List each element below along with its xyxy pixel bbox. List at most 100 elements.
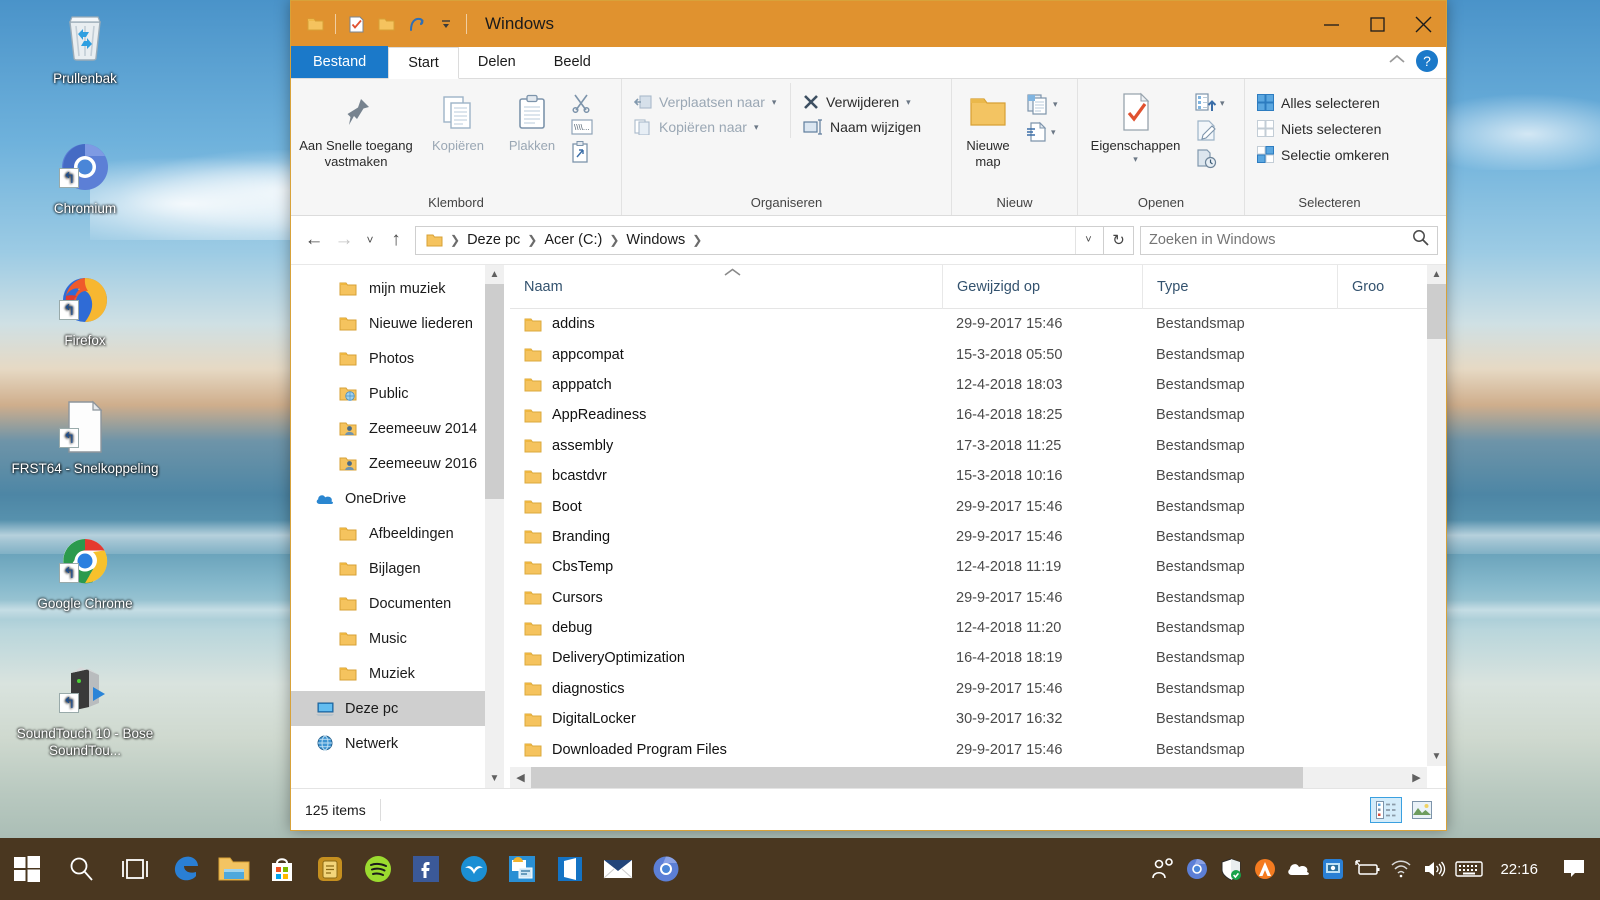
clock[interactable]: 22:16	[1486, 861, 1552, 878]
table-row[interactable]: DeliveryOptimization 16-4-2018 18:19 Besta…	[510, 643, 1446, 673]
microsoft-store-icon[interactable]	[258, 838, 306, 900]
table-row[interactable]: CbsTemp 12-4-2018 11:19 Bestandsmap	[510, 552, 1446, 582]
file-name-cell[interactable]: appcompat	[510, 347, 942, 363]
navigation-scrollbar[interactable]: ▲ ▼	[485, 265, 504, 788]
file-name-cell[interactable]: Cursors	[510, 590, 942, 606]
breadcrumb-separator[interactable]: ❯	[691, 233, 703, 247]
chevron-down-icon[interactable]: ▾	[1220, 98, 1225, 109]
copy-path-icon[interactable]: \\\\...	[571, 119, 593, 135]
table-row[interactable]: assembly 17-3-2018 11:25 Bestandsmap	[510, 431, 1446, 461]
task-view-button[interactable]	[108, 838, 162, 900]
ribbon-toolbar[interactable]: Aan Snelle toegang vastmaken Kopiëren Pl…	[291, 79, 1446, 216]
desktop-icon-frst64[interactable]: FRST64 - Snelkoppeling	[10, 400, 160, 477]
chevron-down-icon[interactable]: ▾	[906, 97, 911, 108]
table-row[interactable]: diagnostics 29-9-2017 15:46 Bestandsmap	[510, 674, 1446, 704]
breadcrumb[interactable]: ❯ Deze pc ❯ Acer (C:) ❯ Windows ❯ ˅	[415, 225, 1104, 255]
tab-bestand[interactable]: Bestand	[291, 46, 389, 78]
sidebar-item-bijlagen[interactable]: Bijlagen	[291, 551, 485, 586]
search-button[interactable]	[54, 838, 108, 900]
table-row[interactable]: addins 29-9-2017 15:46 Bestandsmap	[510, 309, 1446, 339]
undo-icon[interactable]	[402, 10, 430, 38]
properties-checklist-icon[interactable]	[342, 10, 370, 38]
chevron-down-icon[interactable]: ▾	[772, 97, 777, 108]
facebook-icon[interactable]	[402, 838, 450, 900]
help-icon[interactable]: ?	[1416, 50, 1438, 72]
history-button[interactable]	[1195, 147, 1225, 169]
intel-graphics-icon[interactable]	[1316, 838, 1350, 900]
file-name-cell[interactable]: AppReadiness	[510, 407, 942, 423]
tab-start[interactable]: Start	[388, 47, 459, 79]
desktop-icon-soundtouch[interactable]: SoundTouch 10 - Bose SoundTou...	[10, 665, 160, 759]
file-name-cell[interactable]: DigitalLocker	[510, 711, 942, 727]
rename-button[interactable]: Naam wijzigen	[797, 116, 944, 138]
sidebar-item-music[interactable]: Music	[291, 621, 485, 656]
copy-to-button[interactable]: Kopiëren naar ▾	[628, 116, 784, 138]
chevron-down-icon[interactable]: ▾	[1053, 99, 1058, 110]
file-name-cell[interactable]: Boot	[510, 499, 942, 515]
file-name-cell[interactable]: DeliveryOptimization	[510, 650, 942, 666]
table-row[interactable]: Downloaded Program Files 29-9-2017 15:46 B…	[510, 734, 1446, 764]
table-row[interactable]: debug 12-4-2018 11:20 Bestandsmap	[510, 613, 1446, 643]
file-explorer-icon[interactable]	[210, 838, 258, 900]
new-folder-icon[interactable]	[372, 10, 400, 38]
tab-delen[interactable]: Delen	[459, 46, 535, 78]
desktop-icon-firefox[interactable]: Firefox	[10, 272, 160, 349]
battery-icon[interactable]	[1350, 838, 1384, 900]
search-input-wrapper[interactable]	[1140, 225, 1438, 255]
scrollbar-thumb[interactable]	[1427, 284, 1446, 339]
teamviewer-icon[interactable]	[498, 838, 546, 900]
properties-button[interactable]: Eigenschappen ▾	[1078, 83, 1193, 165]
breadcrumb-separator[interactable]: ❯	[449, 233, 461, 247]
sidebar-item-netwerk[interactable]: Netwerk	[291, 726, 485, 761]
refresh-icon[interactable]: ↻	[1104, 225, 1134, 255]
file-list-vertical-scrollbar[interactable]: ▲ ▼	[1427, 265, 1446, 766]
action-center-icon[interactable]	[1552, 838, 1596, 900]
taskbar[interactable]: 22:16	[0, 838, 1600, 900]
new-folder-button[interactable]: Nieuwe map	[952, 83, 1024, 170]
paste-button[interactable]: Plakken	[495, 83, 569, 154]
close-button[interactable]	[1400, 1, 1446, 47]
recent-locations-icon[interactable]: ˅	[359, 225, 381, 255]
table-row[interactable]: DigitalLocker 30-9-2017 16:32 Bestandsmap	[510, 704, 1446, 734]
table-row[interactable]: Branding 29-9-2017 15:46 Bestandsmap	[510, 522, 1446, 552]
scroll-up-arrow-icon[interactable]: ▲	[490, 265, 500, 284]
chevron-down-icon[interactable]: ▾	[1133, 154, 1138, 165]
sidebar-item-nieuwe-liederen[interactable]: Nieuwe liederen	[291, 306, 485, 341]
search-input[interactable]	[1149, 232, 1412, 248]
people-icon[interactable]	[1146, 838, 1180, 900]
chevron-down-icon[interactable]: ▾	[754, 122, 759, 133]
table-row[interactable]: AppReadiness 16-4-2018 18:25 Bestandsmap	[510, 400, 1446, 430]
file-name-cell[interactable]: bcastdvr	[510, 468, 942, 484]
sidebar-item-zeemeeuw-2016[interactable]: Zeemeeuw 2016	[291, 446, 485, 481]
chevron-down-icon[interactable]: ▾	[1051, 127, 1056, 138]
scrollbar-thumb[interactable]	[531, 767, 1303, 788]
scrollbar-track[interactable]	[531, 767, 1406, 788]
pin-to-quick-access-button[interactable]: Aan Snelle toegang vastmaken	[291, 83, 421, 170]
window-title-bar[interactable]: Windows	[291, 1, 1446, 47]
sidebar-item-documenten[interactable]: Documenten	[291, 586, 485, 621]
file-list-header[interactable]: Naam Gewijzigd op Type Groo	[510, 264, 1446, 309]
scroll-down-arrow-icon[interactable]: ▼	[490, 769, 500, 788]
easy-access-button[interactable]: ▾	[1026, 121, 1058, 143]
large-icons-view-button[interactable]	[1406, 797, 1438, 823]
file-name-cell[interactable]: assembly	[510, 438, 942, 454]
edge-icon[interactable]	[162, 838, 210, 900]
breadcrumb-separator[interactable]: ❯	[526, 233, 538, 247]
address-bar-row[interactable]: ← → ˅ ↑ ❯ Deze pc ❯ Acer (C:) ❯ Windows …	[291, 216, 1446, 264]
scroll-right-arrow-icon[interactable]: ▶	[1406, 767, 1427, 788]
sidebar-item-photos[interactable]: Photos	[291, 341, 485, 376]
file-name-cell[interactable]: Branding	[510, 529, 942, 545]
column-header-grootte[interactable]: Groo	[1337, 264, 1417, 309]
file-name-cell[interactable]: addins	[510, 316, 942, 332]
desktop-icon-chromium[interactable]: Chromium	[10, 140, 160, 217]
chromium-taskbar-icon[interactable]	[642, 838, 690, 900]
table-row[interactable]: bcastdvr 15-3-2018 10:16 Bestandsmap	[510, 461, 1446, 491]
start-button[interactable]	[0, 838, 54, 900]
file-name-cell[interactable]: apppatch	[510, 377, 942, 393]
file-name-cell[interactable]: CbsTemp	[510, 559, 942, 575]
windows-defender-icon[interactable]	[1214, 838, 1248, 900]
touch-keyboard-icon[interactable]	[1452, 838, 1486, 900]
scroll-down-arrow-icon[interactable]: ▼	[1427, 747, 1446, 766]
system-tray[interactable]: 22:16	[1146, 838, 1600, 900]
file-name-cell[interactable]: debug	[510, 620, 942, 636]
